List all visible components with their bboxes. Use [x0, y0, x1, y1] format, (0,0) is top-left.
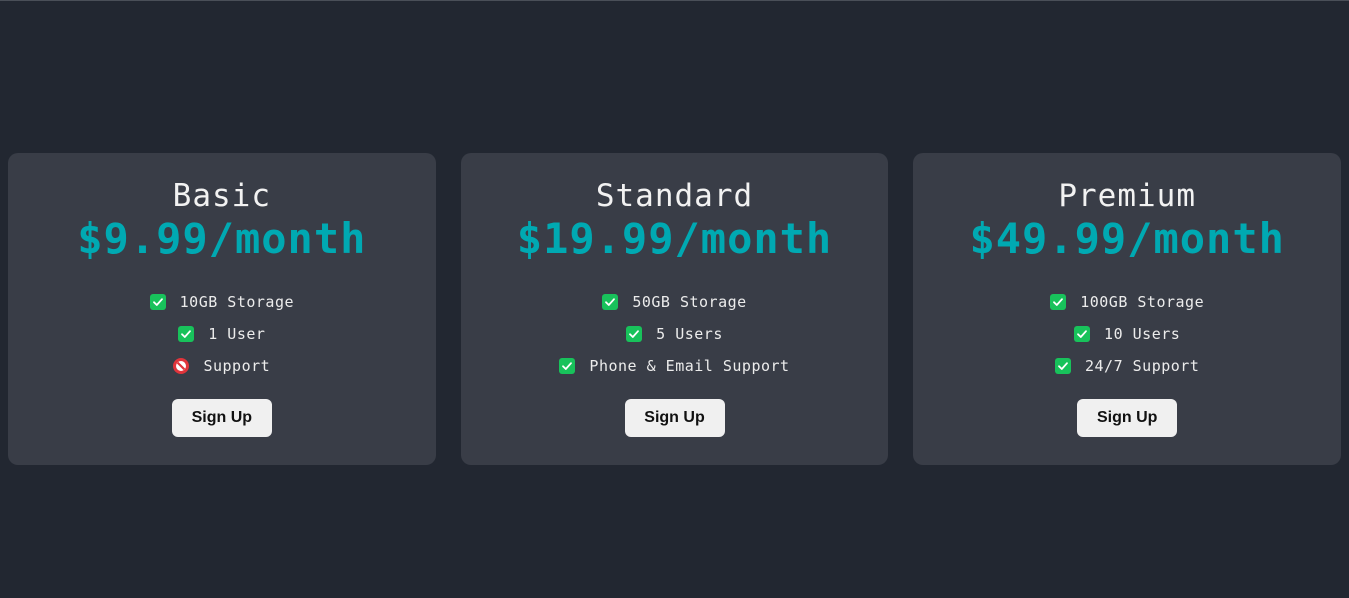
feature-item: 5 Users — [626, 318, 723, 350]
feature-label: Support — [203, 357, 271, 375]
feature-item: 10GB Storage — [149, 286, 295, 318]
feature-list: 10GB Storage 1 User Support — [149, 286, 295, 382]
plan-price: $49.99/month — [969, 214, 1285, 263]
sign-up-button[interactable]: Sign Up — [1077, 399, 1178, 437]
feature-label: Phone & Email Support — [589, 357, 790, 375]
prohibited-icon — [173, 358, 190, 374]
feature-list: 50GB Storage 5 Users Phone & Email Suppo… — [559, 286, 789, 382]
check-icon — [178, 326, 195, 342]
feature-label: 10 Users — [1104, 325, 1181, 343]
feature-item: Support — [173, 350, 270, 382]
plan-card-basic: Basic $9.99/month 10GB Storage 1 User Su… — [8, 153, 436, 465]
feature-item: 10 Users — [1074, 318, 1180, 350]
check-icon — [149, 294, 166, 310]
feature-label: 50GB Storage — [632, 293, 747, 311]
feature-item: 24/7 Support — [1054, 350, 1200, 382]
check-icon — [559, 358, 576, 374]
feature-label: 100GB Storage — [1080, 293, 1205, 311]
feature-item: Phone & Email Support — [559, 350, 789, 382]
plan-name: Standard — [595, 178, 754, 214]
plan-card-standard: Standard $19.99/month 50GB Storage 5 Use… — [460, 153, 889, 465]
check-icon — [1074, 326, 1091, 342]
feature-label: 1 User — [208, 325, 266, 343]
plan-card-premium: Premium $49.99/month 100GB Storage 10 Us… — [913, 153, 1342, 465]
plan-name: Basic — [172, 178, 271, 214]
plan-price: $19.99/month — [516, 214, 833, 263]
feature-list: 100GB Storage 10 Users 24/7 Support — [1050, 286, 1204, 382]
feature-item: 50GB Storage — [602, 286, 746, 318]
plan-price: $9.99/month — [77, 214, 367, 263]
plan-name: Premium — [1058, 178, 1196, 214]
sign-up-button[interactable]: Sign Up — [171, 399, 272, 437]
top-divider — [0, 0, 1349, 1]
check-icon — [602, 294, 619, 310]
feature-item: 100GB Storage — [1050, 286, 1204, 318]
pricing-plans: Basic $9.99/month 10GB Storage 1 User Su… — [8, 153, 1342, 465]
feature-label: 5 Users — [656, 325, 723, 343]
feature-label: 10GB Storage — [179, 293, 295, 311]
feature-label: 24/7 Support — [1084, 357, 1200, 375]
check-icon — [1050, 294, 1067, 310]
check-icon — [1054, 358, 1071, 374]
feature-item: 1 User — [178, 318, 265, 350]
check-icon — [626, 326, 643, 342]
sign-up-button[interactable]: Sign Up — [624, 399, 725, 437]
